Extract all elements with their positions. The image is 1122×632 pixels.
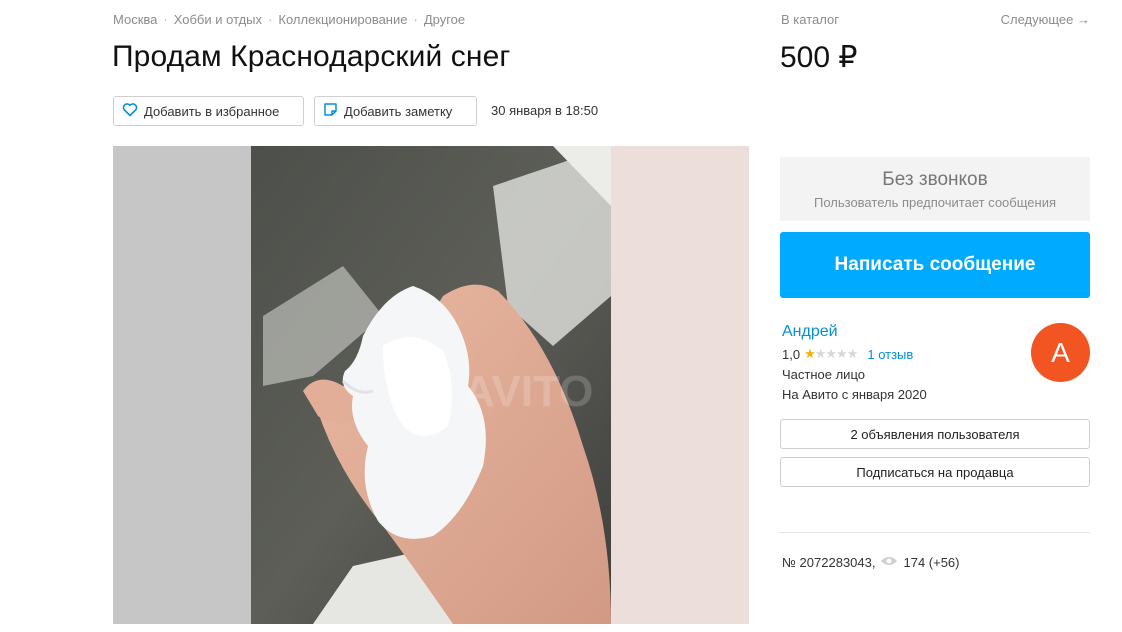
avatar[interactable]: А [1031, 323, 1090, 382]
breadcrumb-collecting[interactable]: Коллекционирование [278, 12, 407, 27]
add-note-label: Добавить заметку [344, 103, 453, 119]
breadcrumb-separator: · [268, 12, 273, 27]
star-icon: ★ [814, 346, 827, 361]
seller-type: Частное лицо [782, 367, 865, 382]
listing-title: Продам Краснодарский снег [112, 40, 511, 73]
star-icon: ★ [846, 346, 859, 361]
star-icon: ★ [804, 346, 816, 361]
star-icon: ★ [825, 346, 837, 361]
reviews-link[interactable]: 1 отзыв [867, 347, 913, 362]
photo-watermark: AVITO [463, 367, 593, 416]
add-to-favorites-label: Добавить в избранное [144, 103, 280, 119]
no-calls-subtitle: Пользователь предпочитает сообщения [813, 195, 1056, 210]
write-message-button[interactable]: Написать сообщение [780, 232, 1090, 298]
breadcrumb: Москва · Хобби и отдых · Коллекционирова… [113, 12, 465, 27]
seller-since: На Авито с января 2020 [782, 387, 927, 402]
breadcrumb-other[interactable]: Другое [424, 12, 465, 27]
no-calls-title: Без звонков [882, 169, 988, 190]
heart-icon [122, 102, 138, 120]
divider [780, 532, 1090, 533]
add-to-favorites-button[interactable]: Добавить в избранное [113, 96, 304, 126]
no-calls-notice: Без звонков Пользователь предпочитает со… [780, 157, 1090, 221]
next-listing-link[interactable]: Следующее → [1001, 12, 1090, 27]
listing-price: 500 ₽ [780, 41, 858, 74]
note-icon [323, 102, 338, 120]
breadcrumb-hobby[interactable]: Хобби и отдых [174, 12, 262, 27]
breadcrumb-city[interactable]: Москва [113, 12, 157, 27]
eye-icon [880, 555, 898, 570]
breadcrumb-separator: · [413, 12, 418, 27]
view-count: 174 (+56) [903, 555, 960, 570]
seller-rating: 1,0 ★★★★★ 1 отзыв [782, 346, 913, 362]
rating-value: 1,0 [782, 346, 801, 362]
avatar-letter: А [1051, 336, 1070, 368]
star-icon: ★ [836, 346, 848, 361]
listing-meta: № 2072283043, 174 (+56) [782, 555, 960, 570]
catalog-link[interactable]: В каталог [781, 12, 839, 27]
breadcrumb-separator: · [163, 12, 168, 27]
listing-photo[interactable]: AVITO [113, 146, 749, 624]
seller-ads-button[interactable]: 2 объявления пользователя [780, 419, 1090, 449]
seller-name-link[interactable]: Андрей [782, 323, 838, 341]
add-note-button[interactable]: Добавить заметку [314, 96, 477, 126]
listing-date: 30 января в 18:50 [491, 103, 599, 118]
subscribe-seller-button[interactable]: Подписаться на продавца [780, 457, 1090, 487]
listing-id: № 2072283043, [782, 555, 876, 570]
rating-stars: ★★★★★ [804, 346, 859, 362]
